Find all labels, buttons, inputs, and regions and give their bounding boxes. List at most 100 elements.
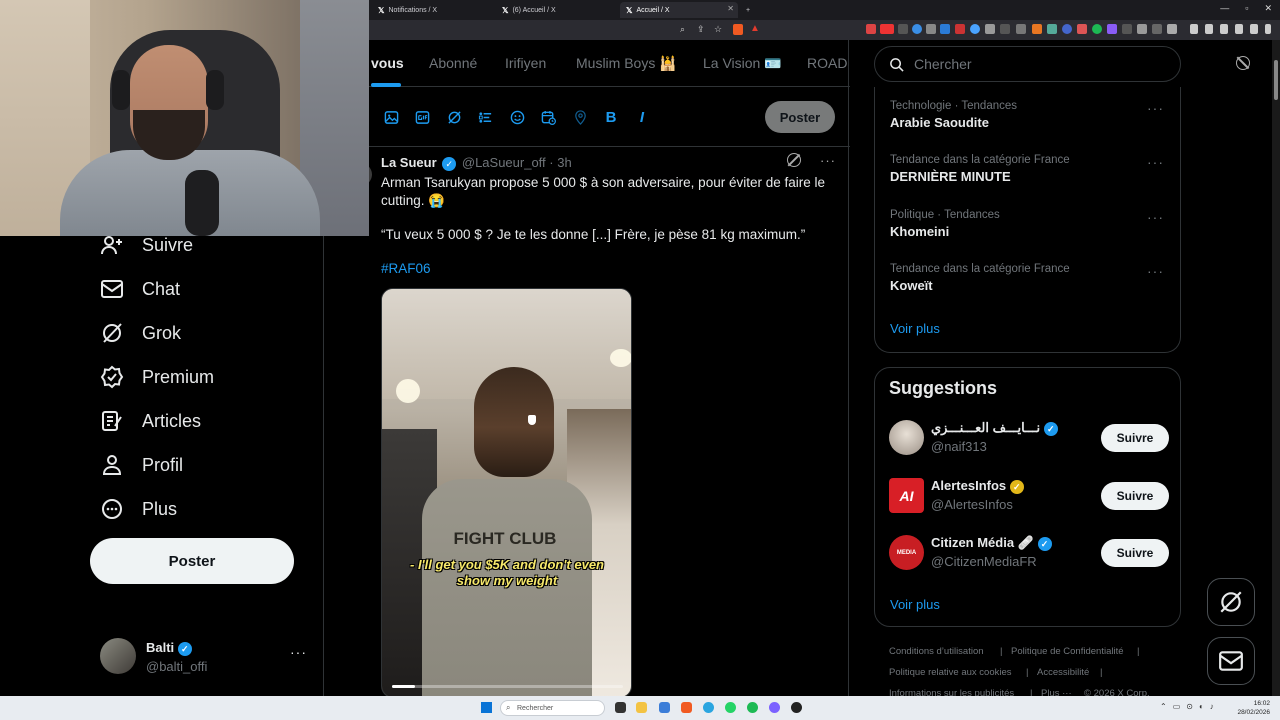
tab-muslim-boys[interactable]: Muslim Boys 🕌: [576, 55, 677, 72]
browser-tab-active[interactable]: 𝕏 Accueil / X ✕: [620, 2, 738, 18]
search-input[interactable]: Chercher: [874, 46, 1181, 82]
extension-icon[interactable]: [1092, 24, 1102, 34]
wallet-icon[interactable]: [1220, 24, 1228, 34]
vpn-icon[interactable]: [1235, 24, 1243, 34]
trend-item[interactable]: Politique · Tendances Khomeini ···: [890, 209, 1170, 239]
extension-icon[interactable]: [970, 24, 980, 34]
file-explorer-icon[interactable]: [636, 702, 647, 713]
image-icon[interactable]: [383, 109, 399, 125]
extension-icon[interactable]: [1000, 24, 1010, 34]
tab-pour-vous[interactable]: vous: [371, 55, 404, 71]
extension-icon[interactable]: [1167, 24, 1177, 34]
tab-road[interactable]: ROAD: [807, 55, 847, 71]
footer-link-more[interactable]: Plus ···: [1041, 688, 1072, 696]
extension-icon[interactable]: [1047, 24, 1057, 34]
new-tab-button[interactable]: +: [740, 2, 756, 18]
start-icon[interactable]: [481, 702, 492, 713]
scrollbar-thumb[interactable]: [1274, 60, 1278, 100]
trends-show-more-link[interactable]: Voir plus: [890, 321, 940, 336]
zoom-icon[interactable]: ⌕: [680, 24, 685, 35]
menu-icon[interactable]: [1265, 24, 1271, 34]
spotify-icon[interactable]: [747, 702, 758, 713]
maximize-icon[interactable]: ▫: [1245, 3, 1248, 14]
tweet-time[interactable]: · 3h: [549, 155, 571, 170]
follow-button[interactable]: Suivre: [1101, 539, 1169, 567]
whatsapp-icon[interactable]: [725, 702, 736, 713]
messages-fab[interactable]: [1207, 637, 1255, 685]
trend-item[interactable]: Tendance dans la catégorie France DERNIÈ…: [890, 154, 1170, 184]
nav-item-articles[interactable]: Articles: [100, 406, 201, 436]
taskbar-clock[interactable]: 16:02 28/02/2026: [1237, 699, 1270, 717]
more-options-icon[interactable]: ···: [290, 644, 307, 660]
discord-icon[interactable]: [769, 702, 780, 713]
italic-icon[interactable]: I: [634, 109, 650, 126]
footer-link-terms[interactable]: Conditions d’utilisation: [889, 646, 984, 657]
nav-item-chat[interactable]: Chat: [100, 274, 180, 304]
alertesinfos-logo-icon[interactable]: AI: [889, 478, 924, 513]
grok-fab[interactable]: [1207, 578, 1255, 626]
task-view-icon[interactable]: [615, 702, 626, 713]
suggestion-item[interactable]: AI AlertesInfos ✓ @AlertesInfos Suivre: [889, 476, 1169, 516]
suggestion-item[interactable]: نـــايـــف العـــنـــزي ✓ @naif313 Suivr…: [889, 418, 1169, 458]
schedule-icon[interactable]: [540, 109, 556, 125]
page-scrollbar[interactable]: [1272, 40, 1280, 696]
extension-icon[interactable]: [912, 24, 922, 34]
extension-icon[interactable]: [1152, 24, 1162, 34]
more-options-icon[interactable]: ···: [1147, 263, 1164, 279]
tab-abonne[interactable]: Abonné: [429, 55, 477, 71]
shield-icon[interactable]: [1250, 24, 1258, 34]
nav-item-plus[interactable]: Plus: [100, 494, 177, 524]
gif-icon[interactable]: [414, 109, 430, 125]
nav-item-profil[interactable]: Profil: [100, 450, 183, 480]
taskbar-search-input[interactable]: ⌕ Rechercher: [500, 700, 605, 716]
rewards-icon[interactable]: ▲: [750, 23, 760, 34]
tweet-author[interactable]: La Sueur: [381, 155, 437, 170]
video-progress-bar[interactable]: [392, 685, 623, 688]
more-options-icon[interactable]: ···: [1147, 209, 1164, 225]
extension-icon[interactable]: [940, 24, 950, 34]
extension-icon[interactable]: [1077, 24, 1087, 34]
extension-icon[interactable]: [1016, 24, 1026, 34]
share-icon[interactable]: ⇪: [697, 24, 705, 35]
tweet[interactable]: La Sueur ✓ @LaSueur_off · 3h ··· Arman T…: [314, 147, 850, 696]
suggestions-show-more-link[interactable]: Voir plus: [890, 597, 940, 612]
browser-tab[interactable]: 𝕏 Notifications / X: [372, 2, 494, 18]
post-button[interactable]: Poster: [90, 538, 294, 584]
more-options-icon[interactable]: ···: [1147, 100, 1164, 116]
browser-tab[interactable]: 𝕏 (6) Accueil / X: [496, 2, 618, 18]
extension-icon[interactable]: [1107, 24, 1117, 34]
extension-icon[interactable]: [898, 24, 908, 34]
music-icon[interactable]: [1190, 24, 1198, 34]
tab-la-vision[interactable]: La Vision 🪪: [703, 55, 782, 72]
tweet-handle[interactable]: @LaSueur_off: [462, 155, 546, 170]
emoji-icon[interactable]: [509, 109, 525, 125]
footer-link-privacy[interactable]: Politique de Confidentialité: [1011, 646, 1124, 657]
trend-item[interactable]: Tendance dans la catégorie France Koweït…: [890, 263, 1170, 293]
telegram-icon[interactable]: [703, 702, 714, 713]
tweet-video[interactable]: FIGHT CLUB - I'll get you $5K and don't …: [381, 288, 632, 696]
extension-icon[interactable]: [1032, 24, 1042, 34]
location-icon[interactable]: [572, 109, 588, 125]
minimize-icon[interactable]: —: [1220, 3, 1229, 14]
sidebar-toggle-icon[interactable]: [1205, 24, 1213, 34]
nav-item-grok[interactable]: Grok: [100, 318, 181, 348]
avatar[interactable]: [889, 420, 924, 455]
brave-shield-icon[interactable]: [733, 24, 743, 35]
compose-post-button[interactable]: Poster: [765, 101, 835, 133]
close-window-icon[interactable]: ✕: [1264, 3, 1272, 14]
nav-item-premium[interactable]: Premium: [100, 362, 214, 392]
tab-irifiyen[interactable]: Irifiyen: [505, 55, 546, 71]
extension-icon[interactable]: [955, 24, 965, 34]
more-options-icon[interactable]: ···: [1147, 154, 1164, 170]
follow-button[interactable]: Suivre: [1101, 424, 1169, 452]
trend-item[interactable]: Technologie · Tendances Arabie Saoudite …: [890, 100, 1170, 130]
app-icon[interactable]: [659, 702, 670, 713]
footer-link-accessibility[interactable]: Accessibilité: [1037, 667, 1089, 678]
hashtag-link[interactable]: #RAF06: [381, 261, 431, 276]
extension-icon[interactable]: [880, 24, 894, 34]
suggestion-item[interactable]: MEDIA Citizen Média 🩹 ✓ @CitizenMediaFR …: [889, 533, 1169, 573]
extension-icon[interactable]: [866, 24, 876, 34]
follow-button[interactable]: Suivre: [1101, 482, 1169, 510]
more-options-icon[interactable]: ···: [820, 153, 836, 168]
grok-explain-icon[interactable]: [787, 153, 801, 167]
